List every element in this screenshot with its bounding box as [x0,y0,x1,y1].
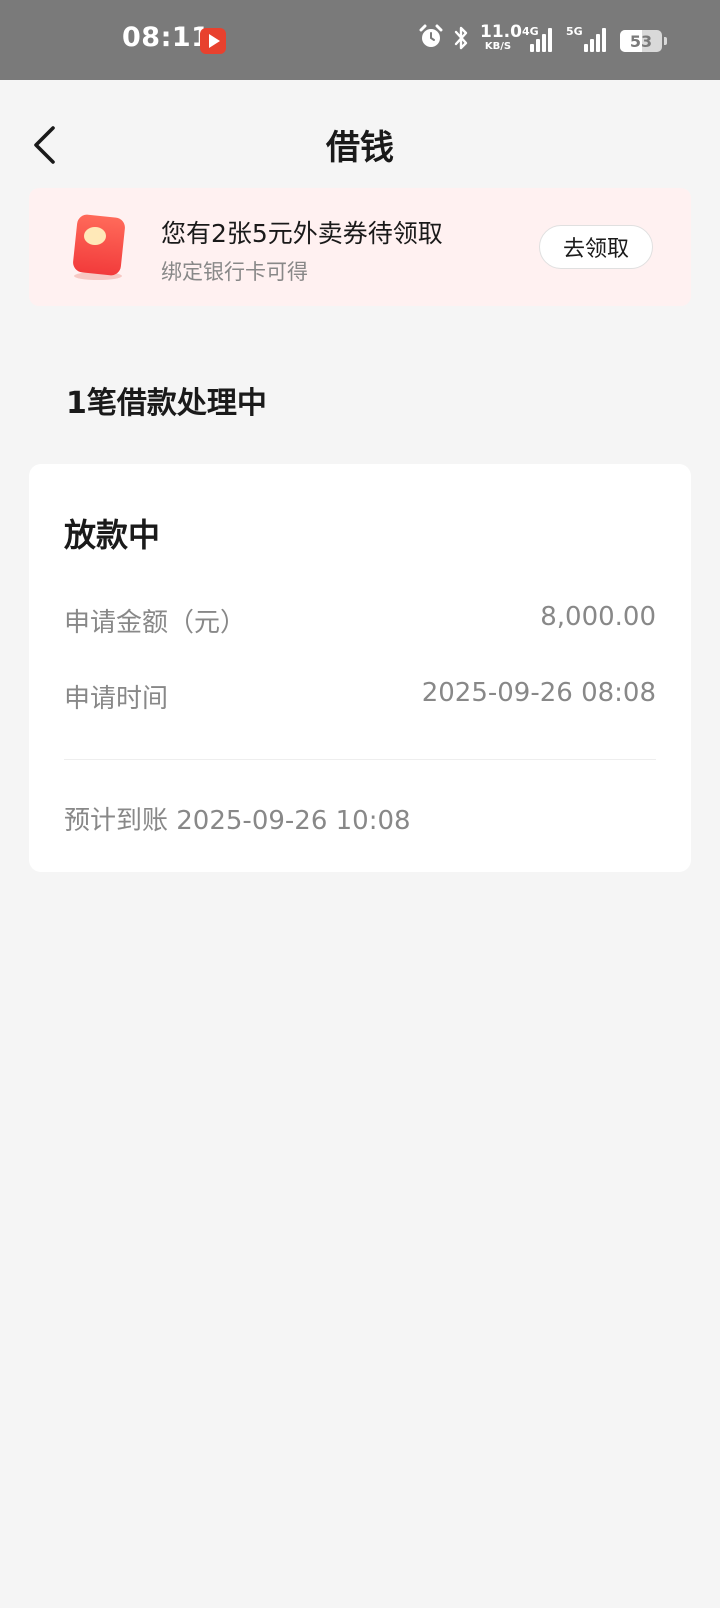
back-button[interactable] [22,118,66,172]
network-speed-value: 11.0 [480,22,522,42]
status-time: 08:11 [122,22,211,53]
battery-level: 53 [629,32,653,51]
red-envelope-icon [73,214,125,280]
status-bar: 08:11 11.0 KB/S 4G 5G 53 [0,0,720,80]
loan-status-card[interactable]: 放款中 申请金额（元） 8,000.00 申请时间 2025-09-26 08:… [29,464,691,872]
apply-time-label: 申请时间 [64,684,169,714]
sim2-network-label: 5G [566,25,583,38]
promo-subtitle: 绑定银行卡可得 [161,260,308,284]
network-speed: 11.0 KB/S [480,22,522,52]
sim1-signal-icon [530,28,552,52]
apply-time-value: 2025-09-26 08:08 [421,678,656,708]
amount-label: 申请金额（元） [64,608,247,638]
amount-value: 8,000.00 [540,602,656,632]
loans-processing-heading: 1笔借款处理中 [66,386,267,421]
bluetooth-icon [454,26,468,50]
sim2-signal-icon [584,28,606,52]
claim-coupon-button[interactable]: 去领取 [539,225,653,269]
chevron-left-icon [34,126,55,164]
promo-title: 您有2张5元外卖券待领取 [161,219,443,248]
network-speed-unit: KB/S [484,41,512,52]
page-title: 借钱 [326,128,394,168]
loan-status: 放款中 [64,516,161,554]
video-app-icon [200,28,226,54]
coupon-promo-banner[interactable]: 您有2张5元外卖券待领取 绑定银行卡可得 去领取 [29,188,691,306]
battery-icon: 53 [620,30,667,52]
divider [64,759,656,760]
estimated-arrival: 预计到账 2025-09-26 10:08 [64,806,411,836]
alarm-icon [419,24,443,47]
